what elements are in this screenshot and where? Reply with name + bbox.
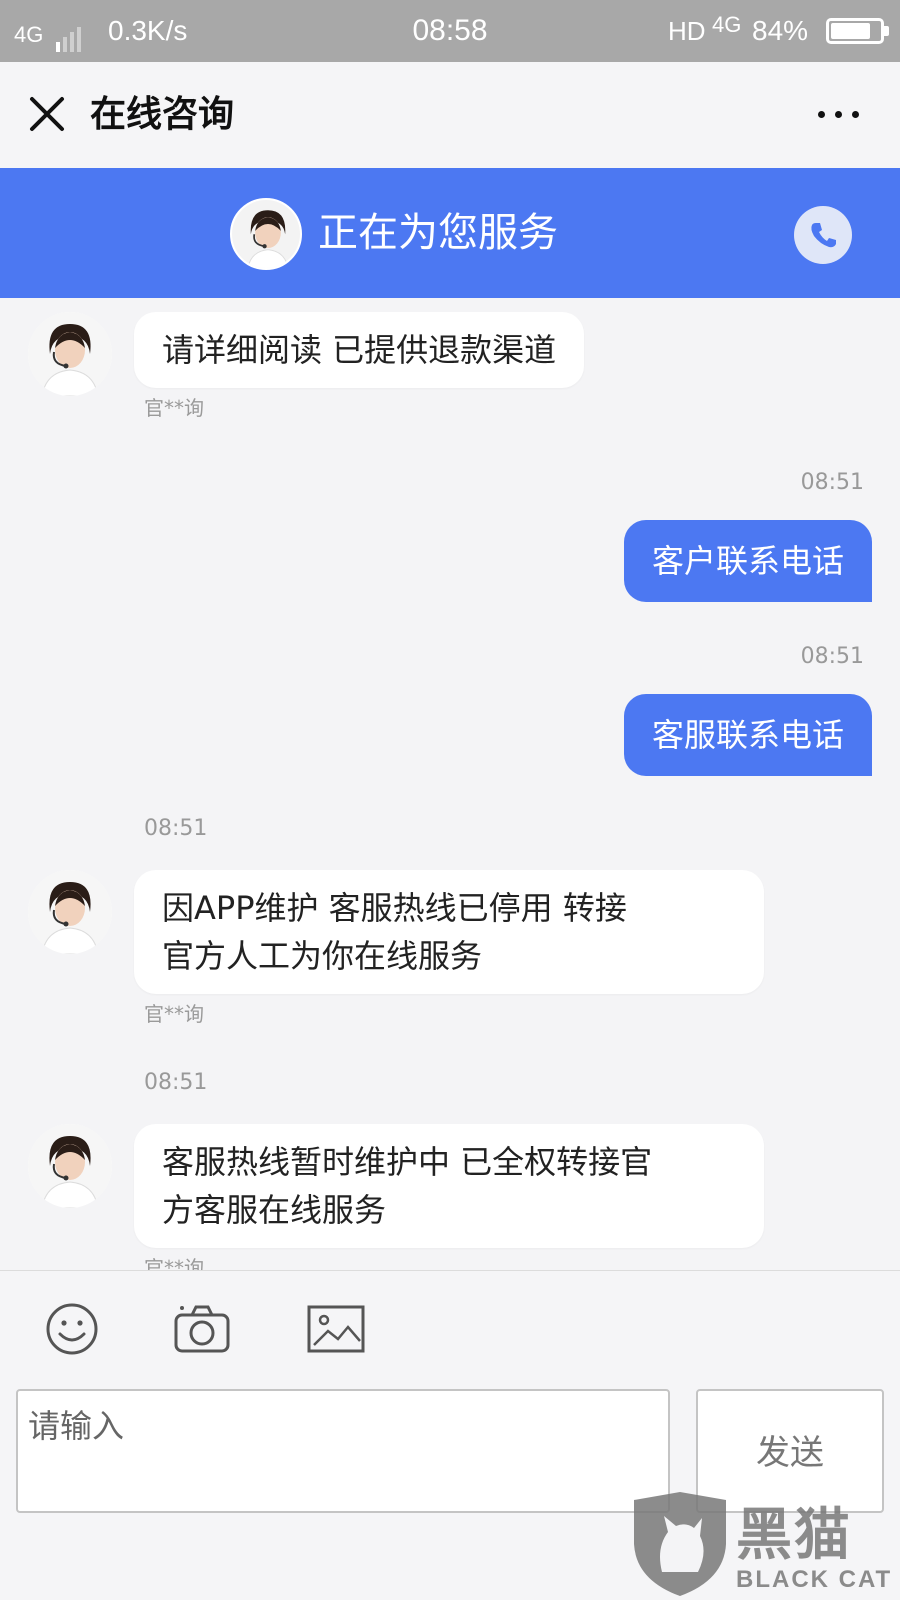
- battery-icon: [826, 18, 889, 44]
- watermark: 黑猫 BLACK CAT: [628, 1488, 900, 1600]
- more-button[interactable]: [810, 89, 866, 139]
- sender-name: 官**询: [144, 396, 204, 420]
- service-status-text: 正在为您服务: [318, 210, 558, 256]
- image-button[interactable]: [306, 1301, 366, 1357]
- battery-percent: 84%: [752, 15, 809, 46]
- image-icon: [307, 1305, 365, 1353]
- cat-shield-logo: [634, 1492, 726, 1596]
- call-button[interactable]: [794, 206, 852, 264]
- sender-name: 官**询: [144, 1002, 204, 1026]
- outgoing-message: 客户联系电话: [623, 520, 872, 602]
- agent-avatar: [28, 870, 112, 954]
- camera-icon: [174, 1305, 230, 1353]
- agent-avatar: [230, 198, 302, 270]
- title-bar: 在线咨询: [0, 62, 900, 168]
- incoming-message: 客服热线暂时维护中 已全权转接官 方客服在线服务: [134, 1124, 764, 1248]
- camera-button[interactable]: [172, 1301, 232, 1357]
- service-banner: 正在为您服务: [0, 168, 900, 298]
- message-input[interactable]: [16, 1389, 670, 1513]
- close-icon: [30, 97, 64, 131]
- close-button[interactable]: [22, 89, 72, 139]
- message-time: 08:51: [144, 1070, 208, 1095]
- sender-name: 官**询: [144, 1256, 204, 1270]
- agent-avatar: [28, 312, 112, 396]
- watermark-subtitle: BLACK CAT: [736, 1566, 893, 1593]
- hd-indicator: HD: [668, 16, 706, 46]
- message-time: 08:51: [144, 816, 208, 841]
- message-time: 08:51: [800, 470, 864, 495]
- watermark-title: 黑猫: [736, 1503, 852, 1568]
- phone-icon: [811, 223, 836, 248]
- outgoing-message: 客服联系电话: [623, 694, 872, 776]
- status-bar: 4G 0.3K/s 08:58 HD 4G 84%: [0, 0, 900, 62]
- agent-avatar: [28, 1124, 112, 1208]
- incoming-message: 请详细阅读 已提供退款渠道: [134, 312, 585, 388]
- chat-area[interactable]: 请详细阅读 已提供退款渠道 官**询 08:51 客户联系电话 08:51 客服…: [0, 298, 900, 1270]
- page-title: 在线咨询: [90, 94, 235, 135]
- incoming-message: 因APP维护 客服热线已停用 转接 官方人工为你在线服务: [134, 870, 764, 994]
- network-type-2: 4G: [712, 12, 742, 37]
- emoji-icon: [46, 1303, 98, 1355]
- emoji-button[interactable]: [42, 1301, 102, 1357]
- message-time: 08:51: [800, 644, 864, 669]
